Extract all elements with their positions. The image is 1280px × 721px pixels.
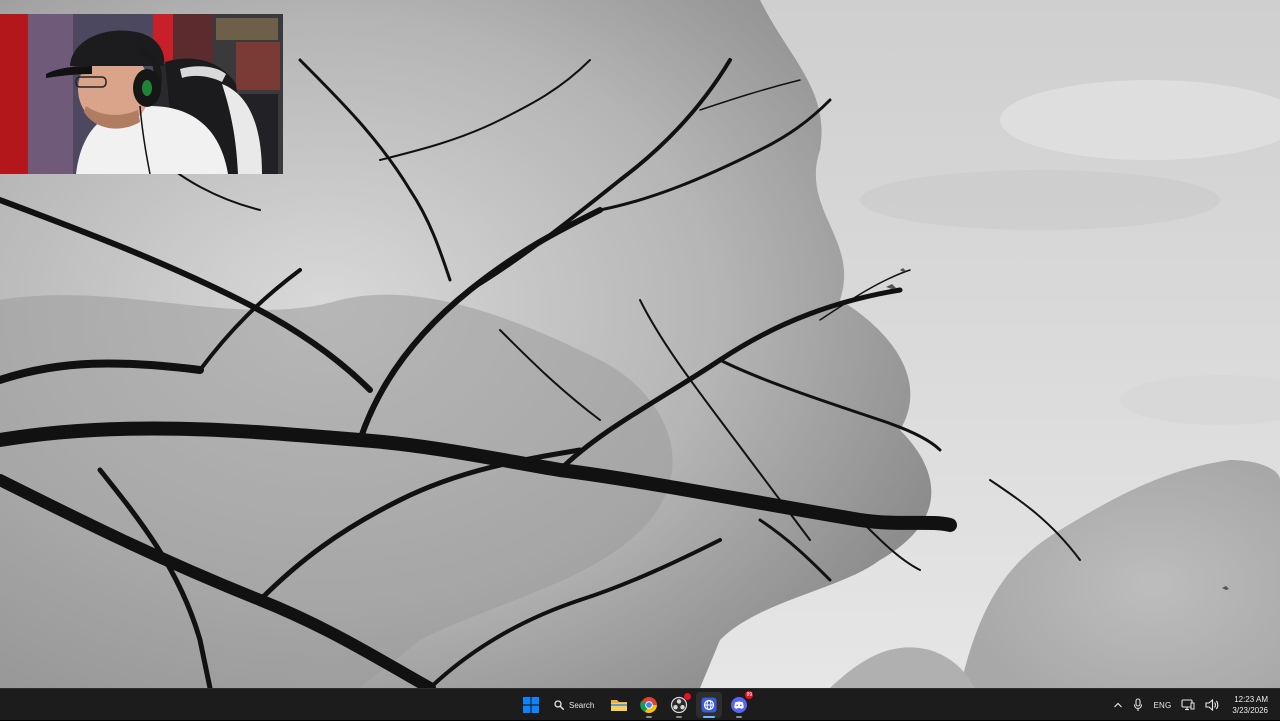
taskbar-chrome[interactable] (636, 692, 662, 718)
taskbar-obs[interactable] (666, 692, 692, 718)
taskbar-file-explorer[interactable] (606, 692, 632, 718)
clock-time: 12:23 AM (1234, 695, 1268, 704)
speaker-icon (1205, 699, 1219, 711)
search-button[interactable]: Search (548, 692, 602, 718)
globe-icon (701, 697, 717, 713)
running-indicator (676, 716, 683, 718)
clock-button[interactable]: 12:23 AM 3/23/2026 (1224, 694, 1280, 716)
folder-icon (611, 700, 628, 711)
taskbar-web-app[interactable] (696, 692, 723, 718)
clock-date: 3/23/2026 (1232, 706, 1268, 715)
windows-logo-icon (523, 697, 539, 713)
running-indicator (646, 716, 653, 718)
discord-icon (731, 697, 748, 713)
chevron-up-icon (1114, 702, 1123, 708)
microphone-icon (1134, 698, 1143, 711)
running-indicator (736, 716, 743, 718)
desktop[interactable] (0, 0, 1280, 688)
microphone-button[interactable] (1128, 689, 1148, 721)
volume-button[interactable] (1200, 689, 1224, 721)
taskbar-apps: Search 99 (518, 689, 754, 721)
chrome-icon (640, 697, 658, 714)
search-icon (554, 700, 564, 710)
monitor-network-icon (1181, 699, 1195, 711)
active-indicator (703, 716, 716, 718)
search-label: Search (569, 700, 595, 710)
show-hidden-icons-button[interactable] (1108, 689, 1128, 721)
start-button[interactable] (518, 692, 544, 718)
taskbar: Search 99 ENG 12:23 AM 3/23/2026 (0, 688, 1280, 720)
webcam-overlay (0, 14, 283, 174)
language-indicator[interactable]: ENG (1148, 689, 1176, 721)
discord-badge: 99 (745, 691, 754, 699)
system-tray: ENG 12:23 AM 3/23/2026 (1108, 689, 1280, 721)
taskbar-discord[interactable]: 99 (726, 691, 754, 718)
network-button[interactable] (1176, 689, 1200, 721)
notification-dot (684, 693, 692, 700)
